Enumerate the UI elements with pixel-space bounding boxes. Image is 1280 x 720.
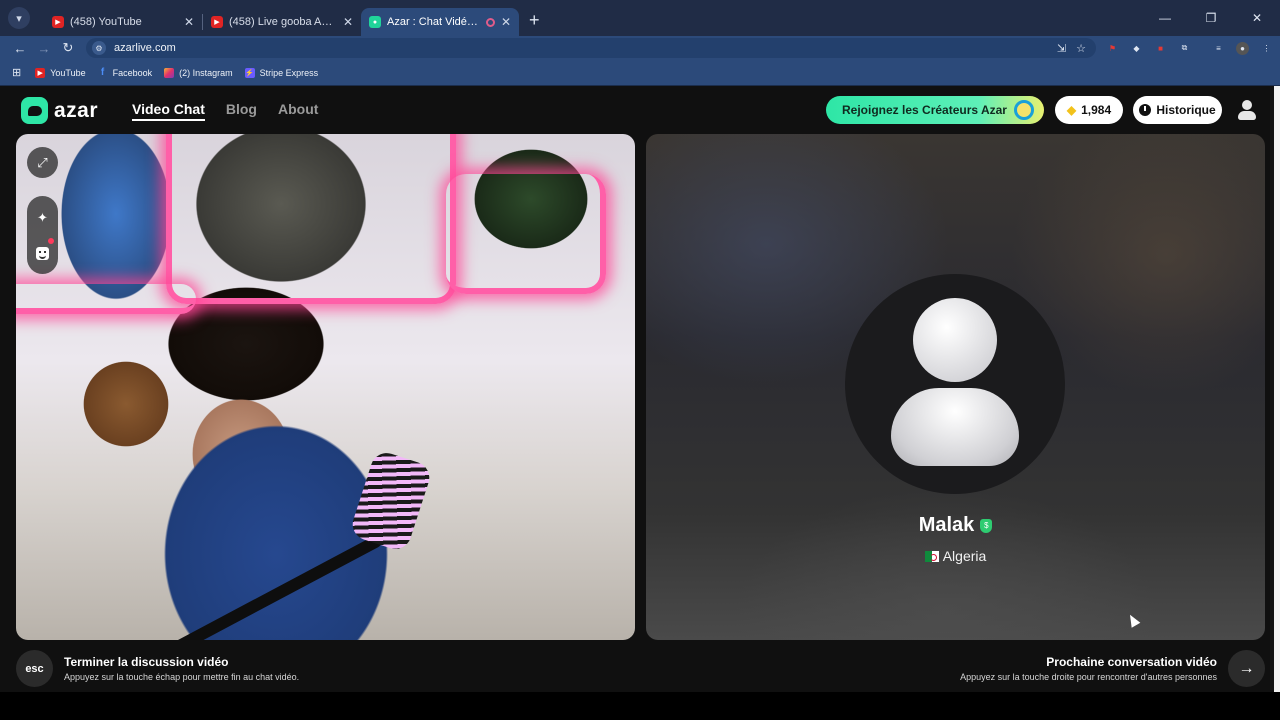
close-window-icon[interactable]: ✕: [1234, 11, 1280, 25]
next-chat-title: Prochaine conversation vidéo: [1046, 655, 1217, 669]
forward-icon[interactable]: →: [32, 41, 56, 56]
join-creators-button[interactable]: Rejoignez les Créateurs Azar: [826, 96, 1044, 124]
browser-tab-strip: ▾ ▶ (458) YouTube ✕ ▶ (458) Live gooba A…: [0, 0, 1280, 36]
recording-icon: [485, 17, 495, 27]
tab-search-button[interactable]: ▾: [8, 7, 30, 29]
window-controls: — ❐ ✕: [1142, 0, 1280, 36]
reload-icon[interactable]: ↻: [56, 40, 80, 56]
stripe-icon: ⚡: [244, 67, 255, 78]
site-info-icon[interactable]: ⚙: [92, 41, 106, 55]
history-button[interactable]: Historique: [1133, 96, 1222, 124]
bookmark-youtube[interactable]: ▶ YouTube: [35, 67, 86, 78]
address-toolbar: ← → ↻ ⚙ azarlive.com ⇲ ☆ ⚑ ◆ ■ ⧉ ≡ ● ⋮: [0, 36, 1280, 60]
browser-tab[interactable]: ▶ (458) YouTube ✕: [44, 8, 202, 36]
history-label: Historique: [1156, 103, 1216, 117]
bookmarks-bar: ⊞ ▶ YouTube f Facebook (2) Instagram ⚡ S…: [0, 60, 1280, 86]
user-profile-icon[interactable]: [1236, 98, 1258, 122]
profile-avatar-icon[interactable]: ●: [1236, 41, 1249, 55]
close-icon[interactable]: ✕: [501, 15, 511, 29]
main-nav: Video Chat Blog About: [132, 101, 318, 121]
join-creators-label: Rejoignez les Créateurs Azar: [842, 103, 1007, 117]
bookmark-stripe[interactable]: ⚡ Stripe Express: [244, 67, 319, 78]
microphone: [348, 448, 434, 554]
end-chat-button[interactable]: esc: [16, 650, 53, 687]
extension-red-icon[interactable]: ⚑: [1106, 42, 1119, 55]
partner-video-feed: Malak $ Algeria: [646, 134, 1265, 640]
mic-arm: [148, 533, 384, 640]
back-icon[interactable]: ←: [8, 41, 32, 56]
url-text: azarlive.com: [114, 42, 176, 54]
gems-balance-button[interactable]: ◆ 1,984: [1055, 96, 1123, 124]
clock-icon: [1139, 104, 1152, 116]
tab-title: Azar : Chat Vidéo avec de n: [387, 16, 482, 28]
azar-app: azar Video Chat Blog About Rejoignez les…: [0, 86, 1274, 692]
next-chat-button[interactable]: →: [1228, 650, 1265, 687]
bookmark-star-icon[interactable]: ☆: [1076, 42, 1086, 55]
browser-menu-icon[interactable]: ⋮: [1260, 42, 1273, 55]
bookmark-label: Stripe Express: [259, 67, 319, 78]
partner-country: Algeria: [942, 548, 987, 564]
gems-count: 1,984: [1081, 103, 1112, 117]
close-icon[interactable]: ✕: [343, 15, 353, 29]
creator-badge-icon: [1006, 96, 1042, 124]
extensions-area: ⚑ ◆ ■ ⧉ ≡ ● ⋮: [1106, 36, 1273, 60]
page-scrollbar[interactable]: [1274, 86, 1280, 692]
neon-light-decoration: [16, 284, 196, 314]
azar-logo[interactable]: azar: [21, 97, 98, 124]
azar-icon: ●: [369, 16, 381, 28]
self-video-feed: [16, 134, 635, 640]
nav-video-chat[interactable]: Video Chat: [132, 101, 205, 121]
face-filter-icon: [36, 247, 49, 260]
avatar-body: [891, 388, 1019, 466]
restore-icon[interactable]: ❐: [1188, 11, 1234, 25]
youtube-icon: ▶: [35, 67, 46, 78]
youtube-icon: ▶: [52, 16, 64, 28]
media-control-icon[interactable]: ≡: [1212, 42, 1225, 55]
apps-grid-icon[interactable]: ⊞: [12, 66, 21, 79]
facebook-icon: f: [100, 67, 105, 78]
algeria-flag-icon: [924, 550, 939, 562]
extension-diamond-icon[interactable]: ◆: [1130, 42, 1143, 55]
install-app-icon[interactable]: ⇲: [1057, 42, 1066, 55]
extension-badge-icon[interactable]: ■: [1154, 42, 1167, 55]
end-chat-title: Terminer la discussion vidéo: [64, 655, 229, 669]
bookmark-facebook[interactable]: f Facebook: [98, 67, 153, 78]
tab-title: (458) Live gooba Azar ft gomm: [229, 16, 337, 28]
bookmark-instagram[interactable]: (2) Instagram: [164, 67, 233, 78]
browser-tab[interactable]: ▶ (458) Live gooba Azar ft gomm ✕: [203, 8, 361, 36]
effects-controls: ✦: [27, 196, 58, 274]
address-bar[interactable]: ⚙ azarlive.com ⇲ ☆: [86, 38, 1096, 58]
extensions-puzzle-icon[interactable]: ⧉: [1178, 42, 1191, 55]
next-chat-subtitle: Appuyez sur la touche droite pour rencon…: [960, 672, 1217, 682]
bookmark-label: YouTube: [50, 67, 86, 78]
sparkle-effects-button[interactable]: ✦: [27, 202, 58, 233]
logo-text: azar: [54, 98, 99, 122]
arrow-right-icon: →: [1238, 659, 1255, 677]
new-tab-button[interactable]: +: [529, 10, 540, 31]
bookmark-label: (2) Instagram: [179, 67, 233, 78]
end-chat-subtitle: Appuyez sur la touche échap pour mettre …: [64, 672, 300, 682]
gem-icon: ◆: [1066, 103, 1077, 117]
close-icon[interactable]: ✕: [184, 15, 194, 29]
youtube-icon: ▶: [211, 16, 223, 28]
partner-name-row: Malak $: [646, 514, 1265, 537]
nav-blog[interactable]: Blog: [226, 101, 257, 121]
minimize-icon[interactable]: —: [1142, 11, 1188, 25]
avatar-head: [913, 298, 997, 382]
expand-video-button[interactable]: ⤢: [27, 147, 58, 178]
partner-avatar: [845, 274, 1065, 494]
tab-title: (458) YouTube: [70, 16, 142, 28]
neon-light-decoration: [166, 134, 456, 304]
azar-logo-icon: [21, 97, 48, 124]
browser-tab-active[interactable]: ● Azar : Chat Vidéo avec de n ✕: [361, 8, 519, 36]
neon-light-decoration: [446, 174, 606, 294]
bottom-letterbox: [0, 692, 1280, 720]
verified-badge-icon: $: [980, 518, 993, 533]
instagram-icon: [164, 67, 175, 78]
notification-dot: [48, 238, 54, 244]
nav-about[interactable]: About: [278, 101, 318, 121]
partner-name: Malak: [918, 514, 975, 536]
bookmark-label: Facebook: [112, 67, 153, 78]
partner-country-row: Algeria: [646, 548, 1265, 564]
